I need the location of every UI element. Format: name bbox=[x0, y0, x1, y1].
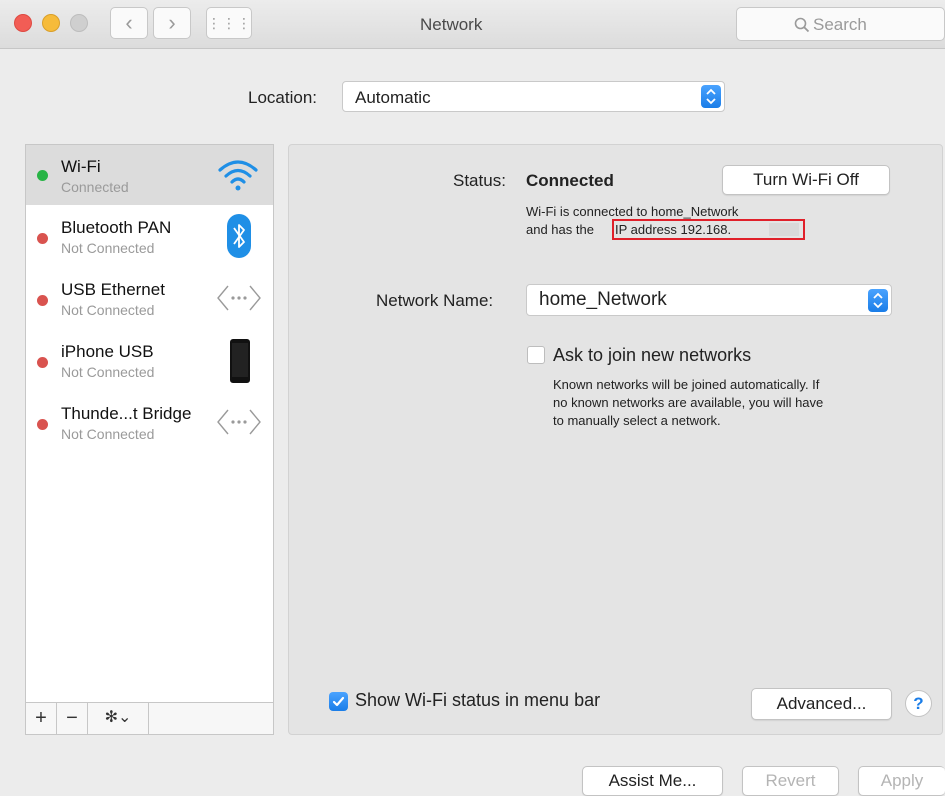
ask-to-join-description: Known networks will be joined automatica… bbox=[553, 377, 820, 392]
apply-button[interactable]: Apply bbox=[858, 766, 945, 796]
service-name: Wi-Fi bbox=[61, 157, 101, 176]
show-wifi-status-label: Show Wi-Fi status in menu bar bbox=[355, 690, 601, 710]
network-name-value: home_Network bbox=[539, 289, 667, 310]
location-label: Location: bbox=[248, 88, 317, 107]
checkmark-icon bbox=[332, 696, 345, 707]
assist-me-button[interactable]: Assist Me... bbox=[582, 766, 723, 796]
service-name: Bluetooth PAN bbox=[61, 218, 172, 237]
select-stepper-icon bbox=[701, 85, 721, 108]
title-bar: ‹ › ⋮⋮⋮ Network Search bbox=[0, 0, 945, 49]
show-all-grid-button[interactable]: ⋮⋮⋮ bbox=[206, 7, 252, 39]
iphone-icon bbox=[230, 339, 250, 383]
status-dot bbox=[37, 295, 48, 306]
search-placeholder: Search bbox=[813, 15, 867, 34]
status-dot bbox=[37, 170, 48, 181]
status-description-line1: Wi-Fi is connected to home_Network bbox=[526, 204, 739, 219]
gear-icon: ✻⌄ bbox=[104, 709, 132, 726]
service-name: iPhone USB bbox=[61, 342, 154, 361]
window-title: Network bbox=[420, 15, 483, 34]
service-status: Not Connected bbox=[61, 302, 155, 318]
ask-to-join-checkbox[interactable] bbox=[527, 346, 545, 364]
ask-to-join-label: Ask to join new networks bbox=[553, 345, 752, 365]
ethernet-icon bbox=[217, 285, 261, 311]
status-label: Status: bbox=[453, 171, 506, 190]
grid-icon: ⋮⋮⋮ bbox=[207, 15, 252, 31]
revert-button[interactable]: Revert bbox=[742, 766, 839, 796]
select-stepper-icon bbox=[868, 289, 888, 312]
show-wifi-status-checkbox[interactable] bbox=[329, 692, 348, 711]
ethernet-icon bbox=[217, 409, 261, 435]
status-value: Connected bbox=[526, 171, 614, 190]
status-dot bbox=[37, 233, 48, 244]
service-status: Connected bbox=[61, 179, 129, 195]
service-status: Not Connected bbox=[61, 364, 155, 380]
service-item-wifi[interactable]: Wi-Fi Connected bbox=[26, 145, 273, 205]
network-name-label: Network Name: bbox=[376, 291, 494, 310]
zoom-window-button[interactable] bbox=[70, 14, 88, 32]
service-status: Not Connected bbox=[61, 426, 155, 442]
search-field[interactable]: Search bbox=[736, 7, 945, 41]
search-icon bbox=[794, 17, 810, 33]
add-service-button[interactable]: + bbox=[26, 703, 57, 734]
gear-menu-button[interactable]: ✻⌄ bbox=[88, 703, 149, 734]
advanced-button[interactable]: Advanced... bbox=[751, 688, 892, 720]
wifi-icon bbox=[218, 160, 258, 191]
bluetooth-icon bbox=[227, 214, 251, 258]
service-status: Not Connected bbox=[61, 240, 155, 256]
service-item-usb-ethernet[interactable]: USB Ethernet Not Connected bbox=[26, 269, 273, 329]
network-name-select[interactable]: home_Network bbox=[526, 284, 892, 316]
turn-wifi-off-button[interactable]: Turn Wi-Fi Off bbox=[722, 165, 890, 195]
sidebar-toolbar: + − ✻⌄ bbox=[25, 702, 274, 735]
status-dot bbox=[37, 419, 48, 430]
status-description-line2: and has the bbox=[526, 222, 594, 237]
service-name: USB Ethernet bbox=[61, 280, 165, 299]
service-item-thunderbolt-bridge[interactable]: Thunde...t Bridge Not Connected bbox=[26, 393, 273, 453]
minimize-window-button[interactable] bbox=[42, 14, 60, 32]
service-name: Thunde...t Bridge bbox=[61, 404, 192, 423]
ask-to-join-description: no known networks are available, you wil… bbox=[553, 395, 824, 410]
remove-service-button[interactable]: − bbox=[57, 703, 88, 734]
close-window-button[interactable] bbox=[14, 14, 32, 32]
service-item-iphone-usb[interactable]: iPhone USB Not Connected bbox=[26, 331, 273, 391]
forward-button[interactable]: › bbox=[153, 7, 191, 39]
service-list: Wi-Fi Connected Bluetooth PAN Not Connec… bbox=[25, 144, 274, 735]
help-button[interactable]: ? bbox=[905, 690, 932, 717]
ip-address-highlight bbox=[612, 219, 805, 240]
location-select[interactable]: Automatic bbox=[342, 81, 725, 112]
service-item-bluetooth-pan[interactable]: Bluetooth PAN Not Connected bbox=[26, 207, 273, 267]
status-dot bbox=[37, 357, 48, 368]
ask-to-join-description: to manually select a network. bbox=[553, 413, 721, 428]
location-value: Automatic bbox=[355, 88, 431, 107]
back-button[interactable]: ‹ bbox=[110, 7, 148, 39]
